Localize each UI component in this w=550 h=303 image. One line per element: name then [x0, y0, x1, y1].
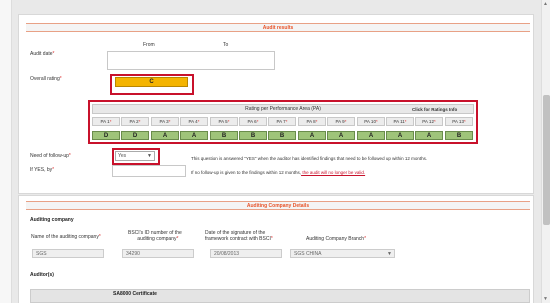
pa-area-value: A	[180, 131, 208, 140]
sa8000-label: SA8000 Certificate	[113, 291, 157, 297]
required-star: *	[197, 119, 200, 124]
bsci-id-field[interactable]: 34290	[122, 249, 194, 258]
required-star: *	[256, 119, 259, 124]
scrollbar-thumb[interactable]	[543, 95, 550, 225]
bsci-id-label: BSCI's ID number of the auditing company*	[128, 230, 182, 242]
pa-area-value: A	[298, 131, 326, 140]
required-star: *	[227, 119, 230, 124]
required-star: *	[285, 119, 288, 124]
pa-area-value: D	[92, 131, 120, 140]
to-label: To	[223, 42, 229, 48]
required-star: *	[375, 119, 378, 124]
pa-area-label: PA 9*	[327, 117, 355, 126]
pa-area-label: PA 12*	[415, 117, 443, 126]
pa-area-label: PA 5*	[210, 117, 238, 126]
if-yes-field[interactable]	[112, 165, 186, 177]
page-scrollbar[interactable]: ▲ ▼	[541, 0, 550, 303]
pa-area-label: PA 3*	[151, 117, 179, 126]
required-star: *	[433, 119, 436, 124]
auditing-company-subtitle: Auditing company	[30, 217, 74, 223]
followup-note: This question is answered "YES" when the…	[191, 156, 428, 161]
required-star: *	[463, 119, 466, 124]
pa-ratings-info-link[interactable]: Click for Ratings Info	[412, 107, 457, 112]
pa-area-label: PA 6*	[239, 117, 267, 126]
pa-area-value: A	[386, 131, 414, 140]
followup-select[interactable]: Yes ▼	[115, 151, 155, 161]
pa-area-label: PA 7*	[268, 117, 296, 126]
required-star: *	[404, 119, 407, 124]
pa-area-value: B	[210, 131, 238, 140]
company-name-field[interactable]: SGS	[32, 249, 104, 258]
scroll-up-arrow[interactable]: ▲	[543, 1, 548, 7]
overall-rating-label: Overall rating*	[30, 76, 62, 82]
pa-area-label: PA 4*	[180, 117, 208, 126]
sign-date-label: Date of the signature of the framework co…	[205, 230, 273, 242]
pa-area-value: B	[268, 131, 296, 140]
followup-select-value: Yes	[118, 153, 127, 159]
pa-area-value: A	[151, 131, 179, 140]
pa-area-label: PA 13*	[445, 117, 473, 126]
pa-area-value: A	[357, 131, 385, 140]
auditing-company-title: Auditing Company Details	[246, 203, 310, 209]
audit-date-label: Audit date*	[30, 51, 55, 57]
audit-validity-link[interactable]: the audit will no longer be valid.	[301, 170, 365, 175]
if-yes-note: If no follow-up is given to the findings…	[191, 170, 366, 175]
pa-area-value: B	[445, 131, 473, 140]
from-label: From	[143, 42, 155, 48]
auditors-label: Auditor(s)	[30, 272, 54, 278]
audit-date-field[interactable]	[107, 51, 275, 70]
required-star: *	[168, 119, 171, 124]
scroll-down-arrow[interactable]: ▼	[543, 296, 548, 302]
followup-label: Need of follow-up*	[30, 153, 71, 159]
chevron-down-icon: ▼	[147, 153, 152, 159]
pa-area-label: PA 11*	[386, 117, 414, 126]
pa-area-value: B	[239, 131, 267, 140]
branch-select-value: SGS CHINA	[294, 251, 322, 257]
overall-rating-value: C	[115, 77, 188, 87]
required-star: *	[315, 119, 318, 124]
chevron-down-icon: ▼	[387, 251, 392, 257]
auditors-table-header	[30, 289, 530, 303]
required-star: *	[344, 119, 347, 124]
pa-area-value: A	[415, 131, 443, 140]
pa-area-label: PA 1*	[92, 117, 120, 126]
audit-results-title: Audit results	[262, 25, 294, 31]
pa-area-label: PA 8*	[298, 117, 326, 126]
pa-area-label: PA 2*	[121, 117, 149, 126]
pa-area-value: A	[327, 131, 355, 140]
branch-select[interactable]: SGS CHINA ▼	[290, 249, 395, 258]
branch-label: Auditing Company Branch*	[306, 236, 367, 242]
sign-date-field[interactable]: 20/08/2013	[210, 249, 282, 258]
pa-area-label: PA 10*	[357, 117, 385, 126]
auditing-company-header: Auditing Company Details	[26, 201, 530, 210]
required-star: *	[109, 119, 112, 124]
audit-results-header: Audit results	[26, 23, 530, 32]
pa-area-value: D	[121, 131, 149, 140]
if-yes-label: If YES, by*	[30, 167, 55, 173]
pa-table-title: Rating per Performance Area (PA)	[245, 106, 321, 112]
required-star: *	[138, 119, 141, 124]
company-name-label: Name of the auditing company*	[31, 234, 101, 240]
left-margin	[0, 0, 12, 303]
